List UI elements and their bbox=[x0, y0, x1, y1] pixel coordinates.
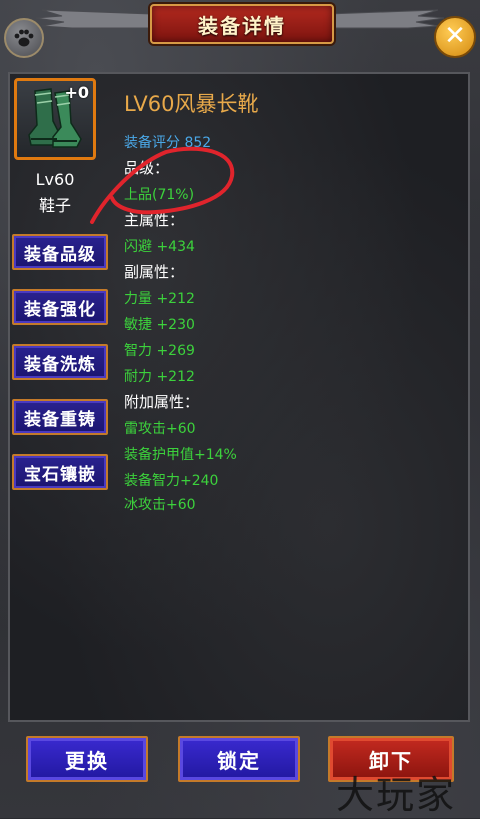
item-name: LV60风暴长靴 bbox=[124, 92, 259, 116]
sub-attr: 智力 +269 bbox=[124, 343, 195, 359]
enhance-level: +0 bbox=[64, 83, 89, 102]
item-level: Lv60 bbox=[35, 170, 75, 189]
sub-attr: 耐力 +212 bbox=[124, 369, 195, 385]
close-button[interactable]: ✕ bbox=[434, 16, 476, 58]
annotation-circle bbox=[90, 146, 235, 224]
extra-attr: 装备护甲值+14% bbox=[124, 447, 237, 463]
sub-attr: 力量 +212 bbox=[124, 291, 195, 307]
extra-attr-label: 附加属性： bbox=[124, 393, 200, 411]
main-attr: 闪避 +434 bbox=[124, 239, 195, 255]
close-icon: ✕ bbox=[444, 21, 466, 51]
extra-attr: 冰攻击+60 bbox=[124, 497, 196, 513]
equipment-refine-button[interactable]: 装备洗炼 bbox=[12, 344, 108, 380]
lock-button[interactable]: 锁定 bbox=[178, 736, 300, 782]
item-type: 鞋子 bbox=[38, 196, 71, 215]
watermark: 大玩家 bbox=[336, 773, 457, 817]
paw-icon bbox=[14, 29, 34, 47]
equipment-recast-button[interactable]: 装备重铸 bbox=[12, 399, 108, 435]
sub-attr: 敏捷 +230 bbox=[124, 317, 195, 333]
gem-inlay-button[interactable]: 宝石镶嵌 bbox=[12, 454, 108, 490]
page-title-banner: 装备详情 bbox=[150, 4, 334, 44]
equipment-grade-button[interactable]: 装备品级 bbox=[12, 234, 108, 270]
equipment-enhance-button[interactable]: 装备强化 bbox=[12, 289, 108, 325]
paw-icon-button[interactable] bbox=[4, 18, 44, 58]
left-wing-ornament bbox=[35, 9, 152, 29]
page-title: 装备详情 bbox=[198, 13, 286, 38]
item-slot[interactable]: +0 bbox=[14, 78, 96, 160]
extra-attr: 装备智力+240 bbox=[124, 473, 219, 489]
sub-attr-label: 副属性： bbox=[124, 263, 185, 281]
replace-button[interactable]: 更换 bbox=[26, 736, 148, 782]
right-wing-ornament bbox=[328, 9, 445, 29]
extra-attr: 雷攻击+60 bbox=[124, 421, 196, 437]
